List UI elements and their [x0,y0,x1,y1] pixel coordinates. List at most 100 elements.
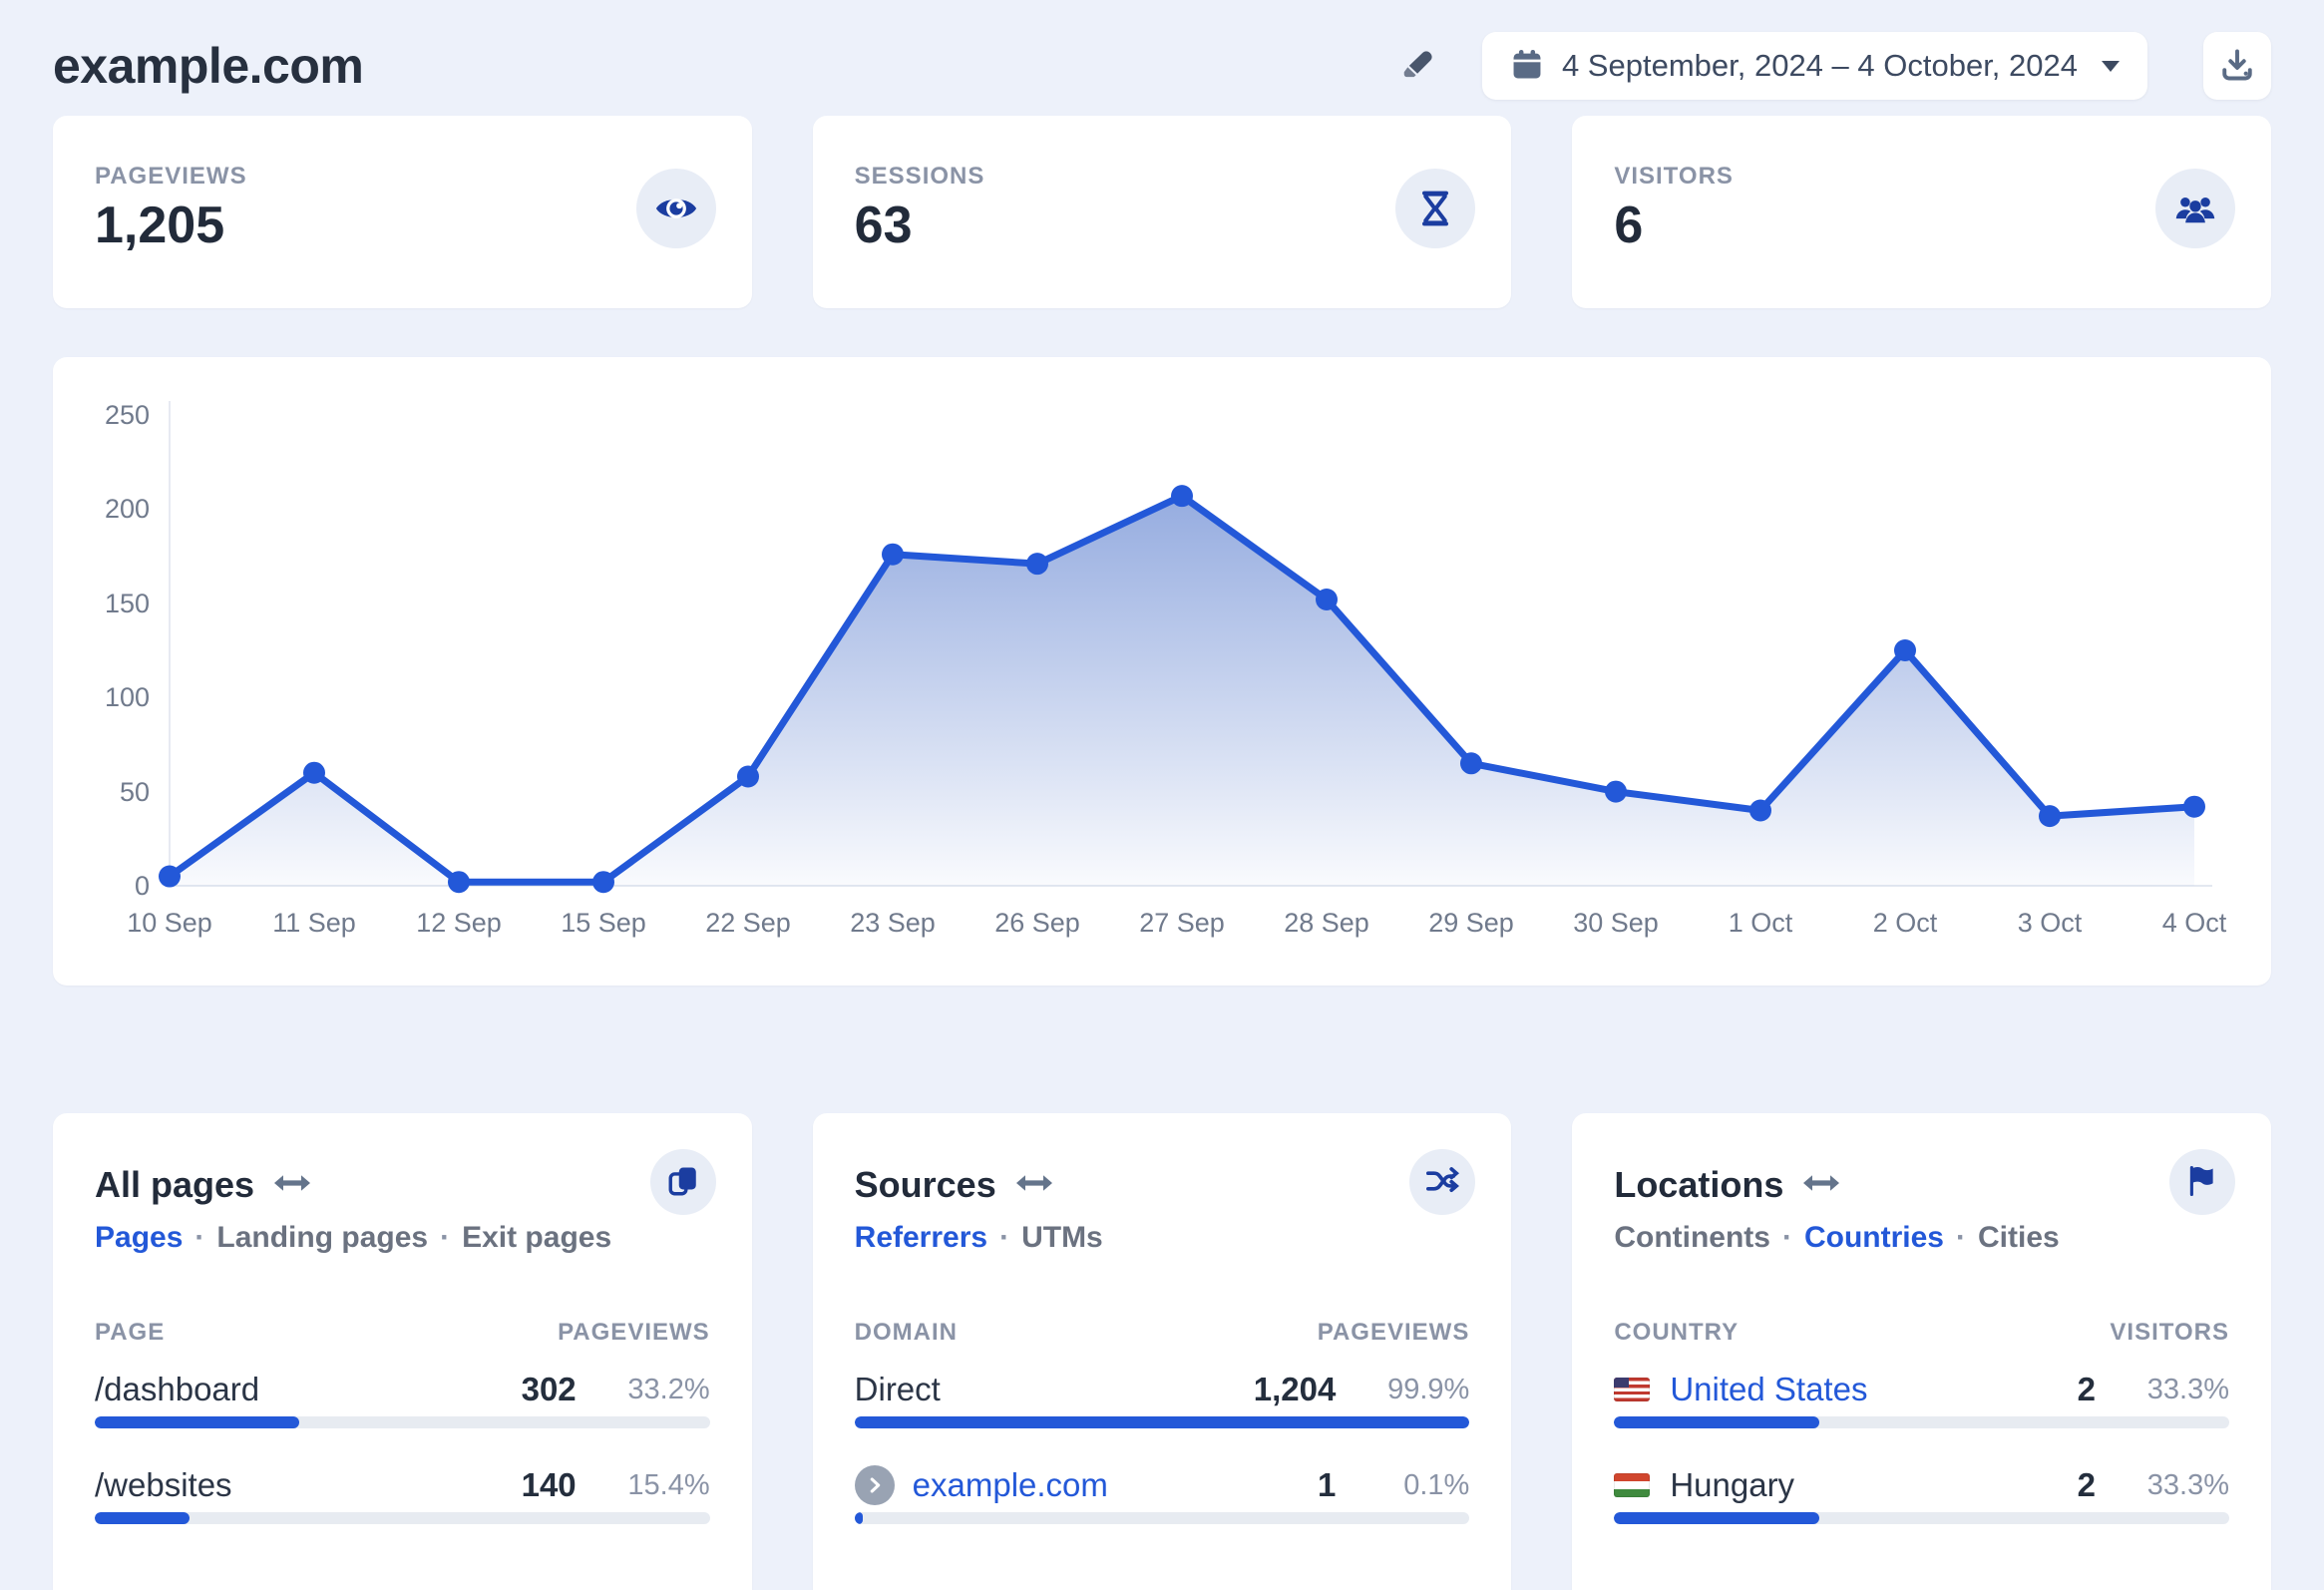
stat-card-sessions: SESSIONS 63 [812,116,1512,308]
swap-horizontal-icon[interactable] [274,1172,311,1199]
x-tick-label: 22 Sep [705,908,791,938]
progress-fill [95,1512,190,1524]
us-flag-icon [1614,1378,1651,1401]
x-tick-label: 26 Sep [994,908,1080,938]
progress-fill [1614,1512,1819,1524]
panel-locations: Locations Continents · Countries · Citie… [1572,1113,2271,1590]
y-tick-label: 200 [104,494,150,525]
locations-panel-button[interactable] [2169,1149,2235,1215]
stat-cards: PAGEVIEWS 1,205 SESSIONS 63 VISITORS 6 [53,116,2271,308]
sources-panel-button[interactable] [1409,1149,1476,1215]
table-header: COUNTRY VISITORS [1614,1319,2229,1347]
table-row: Hungary 2 33.3% [1614,1466,2229,1504]
tab-pages[interactable]: Pages [95,1221,183,1255]
stat-value: 63 [854,197,913,254]
stat-card-visitors: VISITORS 6 [1572,116,2271,308]
flag-icon [2185,1164,2219,1201]
domain-link[interactable]: example.com [913,1466,1108,1504]
x-tick-label: 29 Sep [1428,908,1514,938]
shuffle-icon [1425,1164,1460,1201]
x-tick-label: 4 Oct [2161,908,2227,938]
table-row: United States 2 33.3% [1614,1371,2229,1408]
row-value: 1 [1317,1466,1337,1503]
panel-header: Sources [855,1163,1470,1207]
stat-label: PAGEVIEWS [95,163,247,190]
progress-track [95,1416,710,1428]
x-tick-label: 28 Sep [1284,908,1369,938]
tab-landing-pages[interactable]: Landing pages [216,1221,428,1255]
y-tick-label: 0 [134,871,150,901]
tab-separator: · [1781,1221,1792,1254]
table-row: example.com 1 0.1% [854,1465,1470,1505]
tab-referrers[interactable]: Referrers [855,1221,987,1255]
table-row: /websites 140 15.4% [95,1466,710,1504]
chevron-right-circle-icon[interactable] [854,1465,895,1505]
x-tick-label: 27 Sep [1139,908,1225,938]
table-header: DOMAIN PAGEVIEWS [855,1319,1470,1347]
tab-cities[interactable]: Cities [1978,1221,2060,1255]
progress-track [1614,1512,2229,1524]
panel-header: Locations [1614,1163,2229,1207]
stat-label: VISITORS [1614,163,1734,190]
tab-countries[interactable]: Countries [1804,1221,1944,1255]
x-tick-label: 11 Sep [272,908,356,938]
column-label: PAGE [95,1319,166,1346]
stat-label: SESSIONS [854,163,985,190]
pageviews-chart-card: 0 50 100 150 200 250 10 Sep 11 Sep 12 Sep 15 Sep… [53,357,2271,986]
x-tick-label: 1 Oct [1728,908,1793,938]
table-row: Direct 1,204 99.9% [855,1371,1470,1408]
date-range-label: 4 September, 2024 – 4 October, 2024 [1561,48,2078,83]
table-header: PAGE PAGEVIEWS [95,1319,710,1347]
panel-header: All pages [95,1163,710,1207]
x-tick-label: 12 Sep [416,908,502,938]
tab-exit-pages[interactable]: Exit pages [462,1221,611,1255]
swap-horizontal-icon[interactable] [1015,1172,1052,1199]
panel-sources: Sources Referrers · UTMs DOMAIN PAGEVIEW… [812,1113,1512,1590]
row-percent: 0.1% [1403,1468,1470,1501]
stat-value: 6 [1614,197,1644,254]
row-value: 140 [521,1466,577,1503]
x-tick-label: 2 Oct [1872,908,1938,938]
progress-fill [95,1416,299,1428]
country-link[interactable]: United States [1670,1371,1867,1408]
header-controls: 4 September, 2024 – 4 October, 2024 [1400,32,2271,100]
y-tick-label: 250 [104,400,150,430]
y-tick-label: 150 [104,588,150,618]
column-label: DOMAIN [854,1319,958,1346]
panel-title: All pages [95,1164,255,1205]
download-icon [2219,47,2255,86]
row-percent: 33.3% [2146,1373,2229,1405]
hungary-flag-icon [1614,1473,1651,1497]
table-row: /dashboard 302 33.2% [95,1371,710,1408]
x-tick-label: 30 Sep [1573,908,1659,938]
x-tick-label: 10 Sep [127,908,212,938]
panel-title: Sources [854,1164,996,1205]
column-label: PAGEVIEWS [558,1319,710,1346]
users-icon [2155,169,2235,248]
tab-separator: · [194,1221,205,1254]
date-range-picker[interactable]: 4 September, 2024 – 4 October, 2024 [1481,32,2147,100]
row-percent: 33.2% [627,1373,710,1405]
progress-fill [854,1416,1469,1428]
progress-track [1614,1416,2229,1428]
copy-pages-icon [666,1164,700,1201]
tab-continents[interactable]: Continents [1614,1221,1770,1255]
pages-panel-button[interactable] [649,1149,716,1215]
analytics-dashboard: example.com 4 September, 2024 – 4 Octobe… [0,0,2324,1590]
tab-separator: · [1956,1221,1966,1254]
row-percent: 33.3% [2146,1468,2229,1501]
clear-filters-button[interactable] [1400,47,1436,86]
domain-label: Direct [854,1371,941,1407]
tab-utms[interactable]: UTMs [1021,1221,1103,1255]
row-value: 1,204 [1253,1371,1337,1407]
row-percent: 15.4% [627,1468,710,1501]
page-label: /dashboard [95,1371,260,1407]
progress-track [95,1512,710,1524]
progress-track [854,1416,1470,1428]
download-report-button[interactable] [2203,32,2271,100]
caret-down-icon [2102,60,2120,72]
x-tick-label: 15 Sep [561,908,646,938]
swap-horizontal-icon[interactable] [1803,1172,1840,1199]
tab-separator: · [440,1221,451,1254]
column-label: VISITORS [2110,1319,2229,1346]
